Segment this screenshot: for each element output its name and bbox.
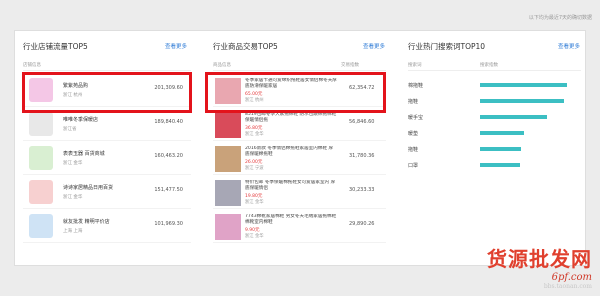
keyword-index-bar <box>480 83 567 87</box>
keyword-index-bar <box>480 115 547 119</box>
keyword-row[interactable]: 拖鞋 <box>408 97 581 106</box>
store-location: 浙江 金华 <box>63 195 83 200</box>
keyword-index-bar <box>480 99 564 103</box>
product-location: 浙江 金华 <box>245 132 264 137</box>
product-header-info: 商品信息 <box>213 63 231 68</box>
store-logo <box>29 214 53 238</box>
keyword-row[interactable]: 口罩 <box>408 161 581 170</box>
keyword-header-index: 搜索指数 <box>480 63 498 68</box>
dashboard-panel: 行业店铺流量TOP5 查看更多 店铺信息 繁紫苑品购 浙江 杭州 201,309.6… <box>14 30 586 266</box>
watermark-site: 6pf.com <box>551 272 592 283</box>
keyword-index-bar <box>480 163 520 167</box>
store-name[interactable]: 诗诗家居精品日用百货 <box>63 184 113 191</box>
store-logo <box>29 146 53 170</box>
product-row[interactable]: 7743棉靴家居棉鞋 男女冬天毛绒家居拖棉鞋 棉靴室内棉鞋 9.90元 浙江 金华 2… <box>213 211 386 243</box>
keyword-table-header: 搜索词 搜索指数 <box>408 62 581 71</box>
keyword-header-word: 搜索词 <box>408 63 422 68</box>
product-trade-index: 31,780.36 <box>349 153 375 159</box>
product-more-link[interactable]: 查看更多 <box>363 42 385 50</box>
store-visitor-value: 160,463.20 <box>154 153 183 159</box>
product-trade-index: 30,233.33 <box>349 187 375 193</box>
keyword-text[interactable]: 暖手宝 <box>408 114 423 121</box>
keyword-ranking-title: 行业热门搜索词TOP10 <box>408 42 486 51</box>
store-name[interactable]: 表表玉器 百货商城 <box>63 150 105 157</box>
keyword-index-bar <box>480 147 521 151</box>
watermark: 货源批发网 6pf.com bbs.taonan.com <box>487 243 592 290</box>
product-title[interactable]: 8519包邮冬季大家拖棉鞋 防水包跟棉拖棉鞋保暖情侣拖 <box>245 112 337 124</box>
keyword-row[interactable]: 暖垫 <box>408 129 581 138</box>
product-row[interactable]: 2016新款 冬季情侣棉拖鞋家居室内棉鞋 厚底保暖棉拖鞋 26.00元 浙江 宁波 3… <box>213 143 386 175</box>
product-ranking-title: 行业商品交易TOP5 <box>213 42 278 51</box>
keyword-more-link[interactable]: 查看更多 <box>558 42 580 50</box>
keyword-row[interactable]: 拖鞋 <box>408 145 581 154</box>
watermark-site-secondary: bbs.taonan.com <box>543 283 592 290</box>
keyword-text[interactable]: 拖鞋 <box>408 98 418 105</box>
keyword-ranking: 行业热门搜索词TOP10 查看更多 搜索词 搜索指数 棉拖鞋 拖鞋 暖手宝 暖垫 拖鞋口… <box>400 31 587 267</box>
store-ranking: 行业店铺流量TOP5 查看更多 店铺信息 繁紫苑品购 浙江 杭州 201,309.6… <box>15 31 197 267</box>
highlight-box-store <box>22 72 192 113</box>
keyword-row[interactable]: 棉拖鞋 <box>408 81 581 90</box>
product-location: 浙江 宁波 <box>245 166 264 171</box>
product-title[interactable]: 特价包邮 冬季保暖棉拖鞋女可爱居家室内 厚底保暖情侣 <box>245 180 337 192</box>
store-ranking-title: 行业店铺流量TOP5 <box>23 42 88 51</box>
store-row[interactable]: 诗诗家居精品日用百货 浙江 金华 151,477.50 <box>23 177 191 209</box>
product-trade-index: 56,846.60 <box>349 119 375 125</box>
store-row[interactable]: 表表玉器 百货商城 浙江 金华 160,463.20 <box>23 143 191 175</box>
store-row[interactable]: 唯唯冬季保暖店 浙江省 189,840.40 <box>23 109 191 141</box>
store-location: 上海 上海 <box>63 229 83 234</box>
product-title[interactable]: 7743棉靴家居棉鞋 男女冬天毛绒家居拖棉鞋 棉靴室内棉鞋 <box>245 214 337 226</box>
store-logo <box>29 112 53 136</box>
keyword-text[interactable]: 棉拖鞋 <box>408 82 423 89</box>
product-title[interactable]: 2016新款 冬季情侣棉拖鞋家居室内棉鞋 厚底保暖棉拖鞋 <box>245 146 337 158</box>
top-note: 以下均为最近7天的确切数据 <box>528 15 592 21</box>
product-row[interactable]: 8519包邮冬季大家拖棉鞋 防水包跟棉拖棉鞋保暖情侣拖 36.80元 浙江 金华 56… <box>213 109 386 141</box>
keyword-text[interactable]: 口罩 <box>408 162 418 169</box>
product-ranking: 行业商品交易TOP5 查看更多 商品信息 交易指数 冬季家居卡通可爱绵织拖鞋居女… <box>205 31 392 267</box>
store-more-link[interactable]: 查看更多 <box>165 42 187 50</box>
watermark-title: 货源批发网 <box>487 247 592 271</box>
keyword-row[interactable]: 暖手宝 <box>408 113 581 122</box>
product-image[interactable] <box>215 146 241 172</box>
store-name[interactable]: 就友批发 精明平价店 <box>63 218 110 225</box>
store-logo <box>29 180 53 204</box>
store-table-header: 店铺信息 <box>23 62 191 71</box>
product-row[interactable]: 特价包邮 冬季保暖棉拖鞋女可爱居家室内 厚底保暖情侣 19.80元 浙江 金华 30,… <box>213 177 386 209</box>
keyword-text[interactable]: 暖垫 <box>408 130 418 137</box>
store-name[interactable]: 唯唯冬季保暖店 <box>63 116 98 123</box>
store-visitor-value: 189,840.40 <box>154 119 183 125</box>
product-image[interactable] <box>215 214 241 240</box>
product-header-value: 交易指数 <box>341 63 359 68</box>
keyword-text[interactable]: 拖鞋 <box>408 146 418 153</box>
product-table-header: 商品信息 交易指数 <box>213 62 386 71</box>
store-location: 浙江 金华 <box>63 161 83 166</box>
store-header-info: 店铺信息 <box>23 63 41 68</box>
product-image[interactable] <box>215 180 241 206</box>
store-visitor-value: 151,477.50 <box>154 187 183 193</box>
highlight-box-product <box>205 72 386 113</box>
keyword-index-bar <box>480 131 524 135</box>
product-image[interactable] <box>215 112 241 138</box>
store-location: 浙江省 <box>63 127 77 132</box>
store-row[interactable]: 就友批发 精明平价店 上海 上海 101,969.30 <box>23 211 191 243</box>
store-visitor-value: 101,969.30 <box>154 221 183 227</box>
product-trade-index: 29,890.26 <box>349 221 375 227</box>
product-location: 浙江 金华 <box>245 200 264 205</box>
product-location: 浙江 金华 <box>245 234 264 239</box>
